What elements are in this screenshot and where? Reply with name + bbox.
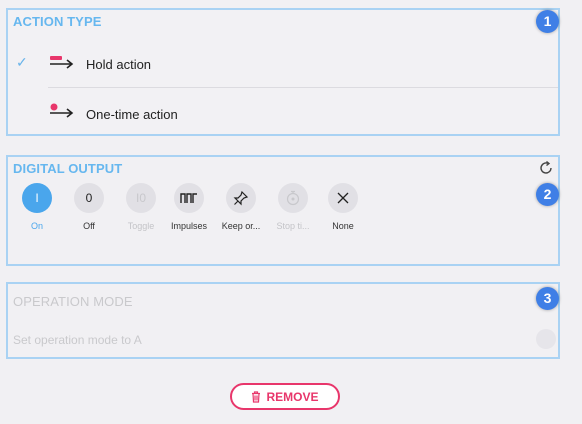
digital-output-panel: DIGITAL OUTPUT I On 0 Off I0 Toggle Impu…: [6, 155, 560, 266]
checkmark-icon: ✓: [16, 54, 28, 70]
output-option-stop-timer[interactable]: Stop ti...: [270, 183, 316, 231]
trash-icon: [252, 390, 261, 403]
one-time-action-icon: [50, 103, 74, 118]
hold-action-label: Hold action: [86, 57, 152, 72]
marker-badge-2: 2: [536, 183, 559, 206]
pin-icon: [226, 183, 256, 213]
remove-label: REMOVE: [266, 389, 319, 404]
operation-mode-panel: OPERATION MODE Set operation mode to A: [6, 282, 560, 359]
output-option-label: Keep or...: [221, 221, 261, 231]
remove-button[interactable]: REMOVE: [230, 383, 340, 410]
operation-mode-title: OPERATION MODE: [13, 294, 133, 309]
reset-icon[interactable]: [538, 160, 554, 176]
action-type-panel: ACTION TYPE ✓ Hold action One-time actio…: [6, 8, 560, 136]
output-option-impulses[interactable]: Impulses: [166, 183, 212, 231]
output-option-on[interactable]: I On: [14, 183, 60, 231]
action-type-title: ACTION TYPE: [13, 14, 102, 29]
operation-mode-label: Set operation mode to A: [13, 333, 142, 347]
output-option-toggle[interactable]: I0 Toggle: [118, 183, 164, 231]
off-icon: 0: [74, 183, 104, 213]
on-icon: I: [22, 183, 52, 213]
output-option-label: Off: [83, 221, 95, 231]
output-option-label: Impulses: [170, 221, 207, 231]
output-option-label: On: [30, 221, 43, 231]
output-option-none[interactable]: None: [320, 183, 366, 231]
output-option-keep-original[interactable]: Keep or...: [218, 183, 264, 231]
hold-action-icon: [50, 56, 74, 69]
close-icon: [328, 183, 358, 213]
timer-icon: [278, 183, 308, 213]
toggle-icon: I0: [126, 183, 156, 213]
divider: [48, 87, 558, 88]
one-time-action-label: One-time action: [86, 107, 178, 122]
output-option-off[interactable]: 0 Off: [66, 183, 112, 231]
output-option-label: Stop ti...: [276, 221, 310, 231]
operation-mode-toggle[interactable]: [536, 329, 556, 349]
marker-badge-1: 1: [536, 10, 559, 33]
marker-badge-3: 3: [536, 287, 559, 310]
output-option-label: None: [332, 221, 354, 231]
impulses-icon: [174, 183, 204, 213]
digital-output-title: DIGITAL OUTPUT: [13, 161, 123, 176]
output-option-label: Toggle: [127, 221, 155, 231]
